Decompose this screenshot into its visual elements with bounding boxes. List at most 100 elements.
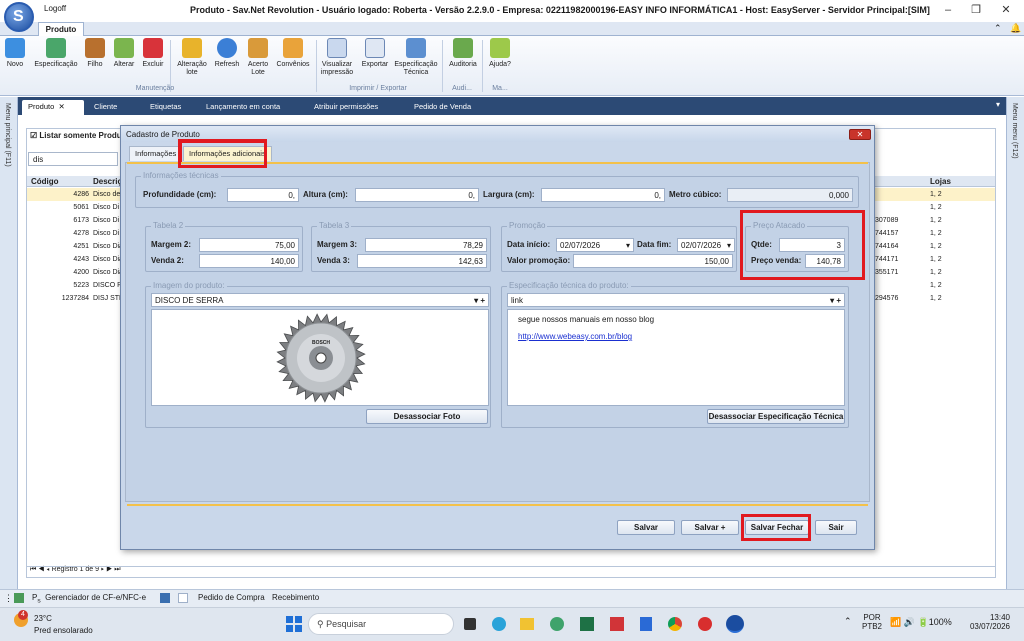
search-icon: ⚲ [317, 619, 324, 629]
agreements-button[interactable]: Convênios [274, 38, 312, 84]
doc-tab-pedido-venda[interactable]: Pedido de Venda [408, 100, 477, 115]
dialog-close-button[interactable]: ✕ [849, 129, 871, 140]
chrome-icon[interactable] [668, 617, 682, 631]
batch-edit-button[interactable]: Alteração lote [174, 38, 210, 84]
width-input[interactable]: 0, [541, 188, 665, 202]
batch-fix-button[interactable]: Acerto Lote [244, 38, 272, 84]
doc-tab-produto[interactable]: Produto ✕ [22, 100, 84, 115]
status-item-receipt[interactable]: Recebimento [272, 593, 319, 602]
edge-icon[interactable] [492, 617, 506, 631]
specification-button[interactable]: Especificação [30, 38, 82, 84]
status-item-purchase-order[interactable]: Pedido de Compra [198, 593, 265, 602]
doc-tab-permissoes[interactable]: Atribuir permissões [308, 100, 384, 115]
cell-code: 5223 [73, 282, 89, 289]
new-button[interactable]: Novo [4, 38, 26, 84]
grip-icon: ⋮ [4, 593, 13, 603]
delete-button[interactable]: Excluir [140, 38, 166, 84]
export-button[interactable]: Exportar [358, 38, 392, 84]
cell-lojas: 1, 2 [930, 217, 942, 224]
start-icon[interactable] [286, 616, 302, 632]
status-item-nfce[interactable]: Ps Gerenciador de CF-e/NFC-e [32, 593, 146, 605]
window-title: Produto - Sav.Net Revolution - Usuário l… [190, 5, 930, 15]
doc-tab-etiquetas[interactable]: Etiquetas [144, 100, 187, 115]
margin2-input[interactable]: 75,00 [199, 238, 299, 252]
weather-desc[interactable]: Pred ensolarado [34, 626, 93, 635]
save-plus-button[interactable]: Salvar + [681, 520, 739, 535]
taskbar-search[interactable]: ⚲ Pesquisar [308, 613, 454, 635]
child-button[interactable]: Filho [84, 38, 106, 84]
promo-value-input[interactable]: 150,00 [573, 254, 733, 268]
col-header-descricao[interactable]: Descriç [93, 177, 122, 186]
saw-blade-image: BOSCH [276, 313, 366, 403]
unlink-photo-button[interactable]: Desassociar Foto [366, 409, 488, 424]
cell-barcode: 744171 [875, 256, 899, 263]
unlink-spec-button[interactable]: Desassociar Especificação Técnica [707, 409, 845, 424]
filter-input[interactable]: dis [28, 152, 118, 166]
tech-spec-button[interactable]: Especificação Técnica [394, 38, 438, 84]
left-menu-bar[interactable]: Menu principal (F11) [0, 97, 18, 589]
add-spec-icon: ▾ + [830, 296, 841, 305]
task-view-icon[interactable] [464, 618, 476, 630]
close-tab-icon[interactable]: ✕ [56, 102, 64, 111]
sale2-input[interactable]: 140,00 [199, 254, 299, 268]
print-preview-button[interactable]: Visualizar impressão [318, 38, 356, 84]
col-header-lojas[interactable]: Lojas [930, 177, 951, 186]
show-hidden-icons[interactable]: ⌃ [844, 616, 852, 627]
excel-icon[interactable] [580, 617, 594, 631]
image-select[interactable]: DISCO DE SERRA ▾ + [151, 293, 489, 307]
doc-tab-lancamento[interactable]: Lançamento em conta [200, 100, 286, 115]
spec-select[interactable]: link ▾ + [507, 293, 845, 307]
app-logo-icon[interactable]: S [4, 2, 34, 32]
edit-icon [114, 38, 134, 58]
close-window-button[interactable]: ✕ [992, 2, 1020, 18]
collapse-ribbon-icon[interactable]: ⌃ [994, 23, 1002, 34]
margin3-input[interactable]: 78,29 [365, 238, 487, 252]
windows-taskbar: 4 23°C Pred ensolarado ⚲ Pesquisar ⌃ POR… [0, 607, 1024, 641]
edit-button[interactable]: Alterar [110, 38, 138, 84]
spec-content[interactable]: segue nossos manuais em nosso blog http:… [507, 309, 845, 406]
app-badge-icon[interactable] [698, 617, 712, 631]
save-button[interactable]: Salvar [617, 520, 675, 535]
depth-input[interactable]: 0, [227, 188, 299, 202]
restore-button[interactable]: ❐ [962, 2, 990, 18]
system-tray[interactable]: 📶 🔊 🔋100% [890, 617, 952, 628]
doc-tab-cliente[interactable]: Cliente [88, 100, 123, 115]
promo-start-date[interactable]: 02/07/2026 ▾ [556, 238, 634, 252]
cell-lojas: 1, 2 [930, 204, 942, 211]
cell-description: DISCO P [93, 282, 122, 289]
logoff-label[interactable]: Logoff [44, 4, 66, 13]
savnet-taskbar-icon[interactable] [726, 615, 744, 633]
purchase-order-icon[interactable] [160, 593, 170, 603]
clock[interactable]: 13:40 03/07/2026 [966, 613, 1010, 631]
file-explorer-icon[interactable] [520, 618, 534, 630]
spec-link[interactable]: http://www.webeasy.com.br/blog [518, 332, 834, 341]
col-header-codigo[interactable]: Código [31, 177, 59, 186]
tabs-menu-icon[interactable]: ▾ [996, 100, 1000, 109]
minimize-button[interactable]: – [934, 2, 962, 18]
right-menu-bar[interactable]: Menu menu (F12) [1006, 97, 1024, 589]
height-input[interactable]: 0, [355, 188, 479, 202]
group-label-maintenance: Manutenção [135, 85, 175, 92]
weather-temp[interactable]: 23°C [34, 614, 52, 623]
language-indicator[interactable]: POR PTB2 [862, 613, 882, 631]
exit-button[interactable]: Sair [815, 520, 857, 535]
help-button[interactable]: Ajuda? [486, 38, 514, 84]
cell-description: Disco Dia [93, 256, 123, 263]
cell-code: 4200 [73, 269, 89, 276]
sale3-input[interactable]: 142,63 [357, 254, 487, 268]
app-red-icon[interactable] [610, 617, 624, 631]
nfce-app-icon[interactable] [14, 593, 24, 603]
document-tabs: Produto ✕ Cliente Etiquetas Lançamento e… [18, 97, 1006, 115]
notepad-icon[interactable] [640, 617, 652, 631]
bell-icon[interactable]: 🔔 [1010, 23, 1021, 34]
list-only-checkbox[interactable]: ☑ Listar somente Produ [30, 131, 122, 140]
calendar-dropdown-icon: ▾ [625, 241, 630, 250]
ribbon-tab-produto[interactable]: Produto [38, 22, 84, 36]
refresh-button[interactable]: Refresh [212, 38, 242, 84]
audit-button[interactable]: Auditoria [446, 38, 480, 84]
promo-end-date[interactable]: 02/07/2026 ▾ [677, 238, 735, 252]
ribbon: Novo Especificação Filho Alterar Excluir… [0, 36, 1024, 96]
tab-informacoes[interactable]: Informações [129, 146, 183, 161]
cell-lojas: 1, 2 [930, 243, 942, 250]
browser-icon[interactable] [550, 617, 564, 631]
